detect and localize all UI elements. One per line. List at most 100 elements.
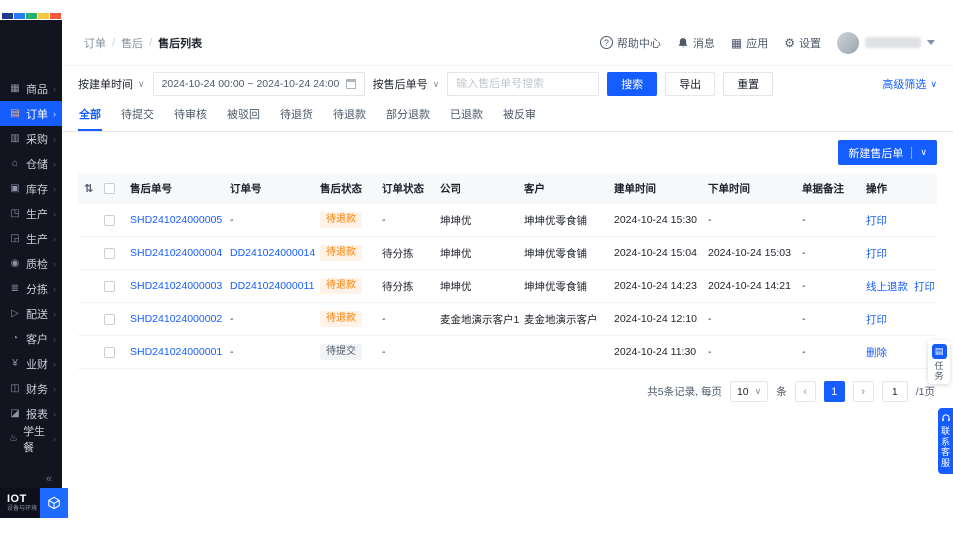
order-no-link[interactable]: DD241024000014 [230,247,315,259]
order-no-link[interactable]: DD241024000011 [230,280,314,292]
status-badge: 待退款 [320,311,362,327]
col-after-sale-no: 售后单号 [126,173,226,204]
page-1-button[interactable]: 1 [823,381,845,402]
sidebar-item-products[interactable]: ▦ 商品 › [0,76,62,101]
chevron-right-icon: › [53,233,56,244]
sidebar-item-finance[interactable]: ◫ 财务 › [0,376,62,401]
export-button[interactable]: 导出 [665,72,716,96]
sidebar-item-label: 业财 [26,358,48,371]
chevron-right-icon: › [53,108,56,119]
next-page-button[interactable]: › [852,381,874,402]
sidebar-item-purchase[interactable]: ▥ 采购 › [0,126,62,151]
caret-down-icon: ∨ [920,147,927,157]
print-action-link[interactable]: 打印 [914,279,935,294]
sidebar-item-label: 订单 [26,108,48,121]
sidebar-item-sorting[interactable]: ≣ 分拣 › [0,276,62,301]
table-header-row: ⇅ 售后单号 订单号 售后状态 订单状态 公司 客户 建单时间 下单时间 单据备… [78,173,937,204]
tab-counter-reviewed[interactable]: 被反审 [502,102,537,131]
advanced-filter-button[interactable]: 高级筛选 ∨ [882,76,937,92]
print-action-link[interactable]: 打印 [866,312,887,327]
customers-icon: ◔ [11,333,19,344]
quality-icon: ◉ [10,258,20,269]
status-badge: 待退款 [320,245,362,261]
row-checkbox[interactable] [104,346,115,358]
keyword-search-input[interactable] [447,72,600,96]
breadcrumb-orders[interactable]: 订单 [84,35,106,51]
sidebar-item-label: 报表 [26,408,48,421]
tab-rejected[interactable]: 被驳回 [226,102,261,131]
sidebar-item-student-meals[interactable]: ♨ 学生餐 › [0,426,62,454]
sidebar-item-warehouse[interactable]: ⌂ 仓储 › [0,151,62,176]
chevron-right-icon: › [53,383,56,394]
help-center-button[interactable]: ? 帮助中心 [599,35,661,51]
chevron-right-icon: › [53,408,56,419]
contact-service-button[interactable]: 联系客服 [938,408,953,474]
production-2-icon: ◲ [10,233,20,244]
online-refund-action-link[interactable]: 线上退款 [866,279,908,294]
after-sale-no-link[interactable]: SHD241024000001 [130,346,222,358]
page-size-select[interactable]: 10 ∨ [729,381,769,402]
after-sale-no-link[interactable]: SHD241024000004 [130,247,222,259]
settings-button[interactable]: ⚙ 设置 [784,35,821,51]
col-after-sale-status: 售后状态 [316,173,378,204]
row-checkbox[interactable] [104,313,115,325]
breadcrumb-after-sale[interactable]: 售后 [121,35,143,51]
col-actions: 操作 [862,173,937,204]
col-customer: 客户 [520,173,610,204]
reset-button[interactable]: 重置 [723,72,774,96]
tab-refunded[interactable]: 已退款 [449,102,484,131]
print-action-link[interactable]: 打印 [866,213,887,228]
sidebar-item-label: 仓储 [26,158,48,171]
after-sale-no-link[interactable]: SHD241024000003 [130,280,222,292]
tab-pending-refund[interactable]: 待退款 [332,102,367,131]
student-meals-icon: ♨ [9,433,19,444]
user-account-menu[interactable] [837,31,935,54]
after-sale-no-link[interactable]: SHD241024000005 [130,214,222,226]
print-action-link[interactable]: 打印 [866,246,887,261]
tab-pending-submit[interactable]: 待提交 [120,102,155,131]
row-checkbox[interactable] [104,214,115,226]
select-all-checkbox[interactable] [104,183,115,195]
sidebar-collapse-button[interactable]: « [0,470,62,488]
column-settings-icon[interactable]: ⇅ [84,183,93,195]
sidebar-item-production[interactable]: ◳ 生产 › [0,201,62,226]
tab-pending-review[interactable]: 待审核 [173,102,208,131]
row-checkbox[interactable] [104,280,115,292]
page-jump-input[interactable]: 1 [881,381,908,402]
search-button[interactable]: 搜索 [607,72,658,96]
keyword-field-select[interactable]: 按售后单号 ∨ [373,76,440,92]
iot-logo-title: IOT [7,493,27,506]
messages-button[interactable]: 消息 [677,35,715,51]
sidebar-item-quality[interactable]: ◉ 质检 › [0,251,62,276]
prev-page-button[interactable]: ‹ [794,381,816,402]
apps-button[interactable]: ▦ 应用 [731,35,768,51]
sidebar-item-label: 生产 [26,208,48,221]
row-checkbox[interactable] [104,247,115,259]
tab-pending-return[interactable]: 待退货 [279,102,314,131]
status-badge: 待退款 [320,212,362,228]
tab-all[interactable]: 全部 [78,102,102,131]
sidebar-item-business-finance[interactable]: ¥ 业财 › [0,351,62,376]
sidebar-item-inventory[interactable]: ▣ 库存 › [0,176,62,201]
after-sale-no-link[interactable]: SHD241024000002 [130,313,222,325]
business-finance-icon: ¥ [12,358,18,369]
new-after-sale-button[interactable]: 新建售后单 ∨ [838,140,937,165]
chevron-right-icon: › [53,433,56,444]
date-range-input[interactable]: 2024-10-24 00:00 ~ 2024-10-24 24:00 [152,72,365,96]
time-field-select[interactable]: 按建单时间 ∨ [78,76,145,92]
tab-partial-refund[interactable]: 部分退款 [385,102,431,131]
col-order-status: 订单状态 [378,173,436,204]
reports-icon: ◪ [10,408,20,419]
sidebar-item-orders[interactable]: ▤ 订单 › [0,101,62,126]
table-row: SHD241024000002 - 待退款 - 麦金地演示客户1 麦金地演示客户… [78,302,937,336]
total-pages-label: /1页 [915,386,935,398]
sidebar-nav: ▦ 商品 › ▤ 订单 › ▥ 采购 › ⌂ 仓储 › ▣ 库存 › ◳ 生产 … [0,76,62,454]
sidebar-item-customers[interactable]: ◔ 客户 › [0,326,62,351]
sidebar-item-production-2[interactable]: ◲ 生产 › [0,226,62,251]
sidebar-item-label: 分拣 [26,283,48,296]
delete-action-link[interactable]: 删除 [866,345,887,360]
top-header: 订单 / 售后 / 售后列表 ? 帮助中心 消息 ▦ 应用 ⚙ 设置 [62,20,953,66]
sidebar-item-delivery[interactable]: ▷ 配送 › [0,301,62,326]
caret-down-icon: ∨ [930,78,937,89]
task-float-button[interactable]: ▤ 任务 [928,340,950,384]
